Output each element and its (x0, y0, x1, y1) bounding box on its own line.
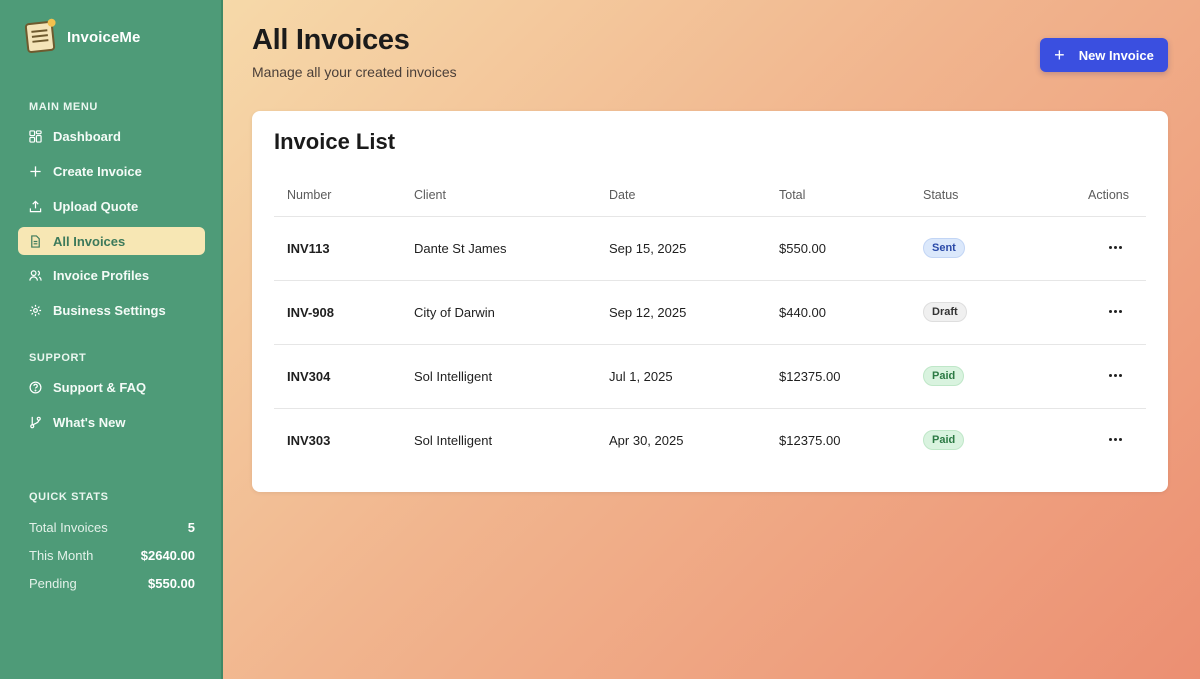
stat-label: This Month (29, 548, 94, 563)
page-subtitle: Manage all your created invoices (252, 64, 457, 80)
brand[interactable]: InvoiceMe (24, 20, 141, 54)
sidebar-item-create-invoice[interactable]: Create Invoice (18, 157, 205, 185)
sidebar: InvoiceMe MAIN MENU Dashboard Create Inv… (0, 0, 223, 679)
stat-this-month: This Month $2640.00 (29, 548, 195, 563)
sidebar-item-upload-quote[interactable]: Upload Quote (18, 192, 205, 220)
column-header-total[interactable]: Total (779, 188, 805, 202)
plus-icon (29, 165, 42, 178)
support-title: SUPPORT (29, 352, 87, 364)
table-row[interactable]: INV113 Dante St James Sep 15, 2025 $550.… (274, 217, 1146, 281)
sidebar-item-business-settings[interactable]: Business Settings (18, 296, 205, 324)
more-actions-icon[interactable] (1107, 303, 1123, 319)
invoice-number[interactable]: INV113 (287, 241, 330, 256)
upload-icon (29, 200, 42, 213)
column-header-date[interactable]: Date (609, 188, 635, 202)
invoice-date: Sep 12, 2025 (609, 305, 687, 320)
table-row[interactable]: INV-908 City of Darwin Sep 12, 2025 $440… (274, 281, 1146, 345)
main-menu-title: MAIN MENU (29, 101, 98, 113)
stat-label: Pending (29, 576, 77, 591)
status-badge: Draft (923, 302, 967, 322)
stat-value: 5 (187, 520, 195, 535)
sidebar-item-label: Dashboard (53, 128, 121, 144)
page-title: All Invoices (252, 24, 410, 56)
brand-name: InvoiceMe (67, 28, 141, 46)
invoice-date: Apr 30, 2025 (609, 433, 684, 448)
column-header-client[interactable]: Client (414, 188, 446, 202)
sidebar-item-whats-new[interactable]: What's New (18, 408, 205, 436)
new-invoice-button[interactable]: + New Invoice (1040, 38, 1168, 72)
stat-total-invoices: Total Invoices 5 (29, 520, 195, 535)
invoice-total: $440.00 (779, 305, 826, 320)
stat-value: $2640.00 (140, 548, 195, 563)
invoice-client: City of Darwin (414, 305, 495, 320)
quick-stats-title: QUICK STATS (29, 491, 109, 503)
invoice-total: $550.00 (779, 241, 826, 256)
help-circle-icon (29, 381, 42, 394)
invoice-client: Sol Intelligent (414, 433, 493, 448)
invoice-total: $12375.00 (779, 369, 841, 384)
more-actions-icon[interactable] (1107, 367, 1123, 383)
more-actions-icon[interactable] (1107, 239, 1123, 255)
invoice-date: Sep 15, 2025 (609, 241, 687, 256)
invoice-logo-icon (24, 20, 56, 54)
sidebar-item-label: Upload Quote (53, 198, 139, 214)
dashboard-icon (29, 129, 42, 143)
gear-icon (29, 304, 42, 317)
sidebar-item-label: Business Settings (53, 302, 166, 318)
sidebar-item-label: All Invoices (53, 233, 126, 249)
status-badge: Paid (923, 366, 965, 386)
invoice-number[interactable]: INV304 (287, 369, 330, 384)
column-header-actions: Actions (1088, 188, 1129, 202)
new-invoice-button-label: New Invoice (1078, 47, 1154, 63)
invoice-client: Dante St James (414, 241, 507, 256)
invoice-number[interactable]: INV-908 (287, 305, 334, 320)
plus-icon: + (1054, 45, 1065, 65)
invoice-list-title: Invoice List (274, 129, 396, 154)
sidebar-item-label: What's New (53, 414, 126, 430)
column-header-number[interactable]: Number (287, 188, 331, 202)
stat-pending: Pending $550.00 (29, 576, 195, 591)
stat-value: $550.00 (148, 576, 195, 591)
table-row[interactable]: INV304 Sol Intelligent Jul 1, 2025 $1237… (274, 345, 1146, 409)
invoice-client: Sol Intelligent (414, 369, 493, 384)
column-header-status[interactable]: Status (923, 188, 958, 202)
invoice-number[interactable]: INV303 (287, 433, 330, 448)
sidebar-item-all-invoices[interactable]: All Invoices (18, 227, 205, 255)
sidebar-item-invoice-profiles[interactable]: Invoice Profiles (18, 261, 205, 289)
status-badge: Sent (923, 238, 965, 258)
git-branch-icon (29, 416, 42, 429)
sidebar-item-label: Support & FAQ (53, 379, 147, 395)
users-icon (29, 269, 42, 282)
table-header: Number Client Date Total Status Actions (274, 179, 1146, 217)
document-icon (29, 234, 42, 248)
invoice-date: Jul 1, 2025 (609, 369, 673, 384)
sidebar-item-dashboard[interactable]: Dashboard (18, 122, 205, 150)
invoice-list-card: Invoice List Number Client Date Total St… (252, 111, 1168, 492)
sidebar-item-label: Invoice Profiles (53, 267, 150, 283)
main-content: All Invoices Manage all your created inv… (223, 0, 1200, 679)
sidebar-item-support-faq[interactable]: Support & FAQ (18, 373, 205, 401)
stat-label: Total Invoices (29, 520, 108, 535)
invoice-total: $12375.00 (779, 433, 841, 448)
table-row[interactable]: INV303 Sol Intelligent Apr 30, 2025 $123… (274, 409, 1146, 473)
more-actions-icon[interactable] (1107, 431, 1123, 447)
invoice-table: Number Client Date Total Status Actions … (274, 179, 1146, 473)
sidebar-item-label: Create Invoice (53, 163, 142, 179)
status-badge: Paid (923, 430, 965, 450)
